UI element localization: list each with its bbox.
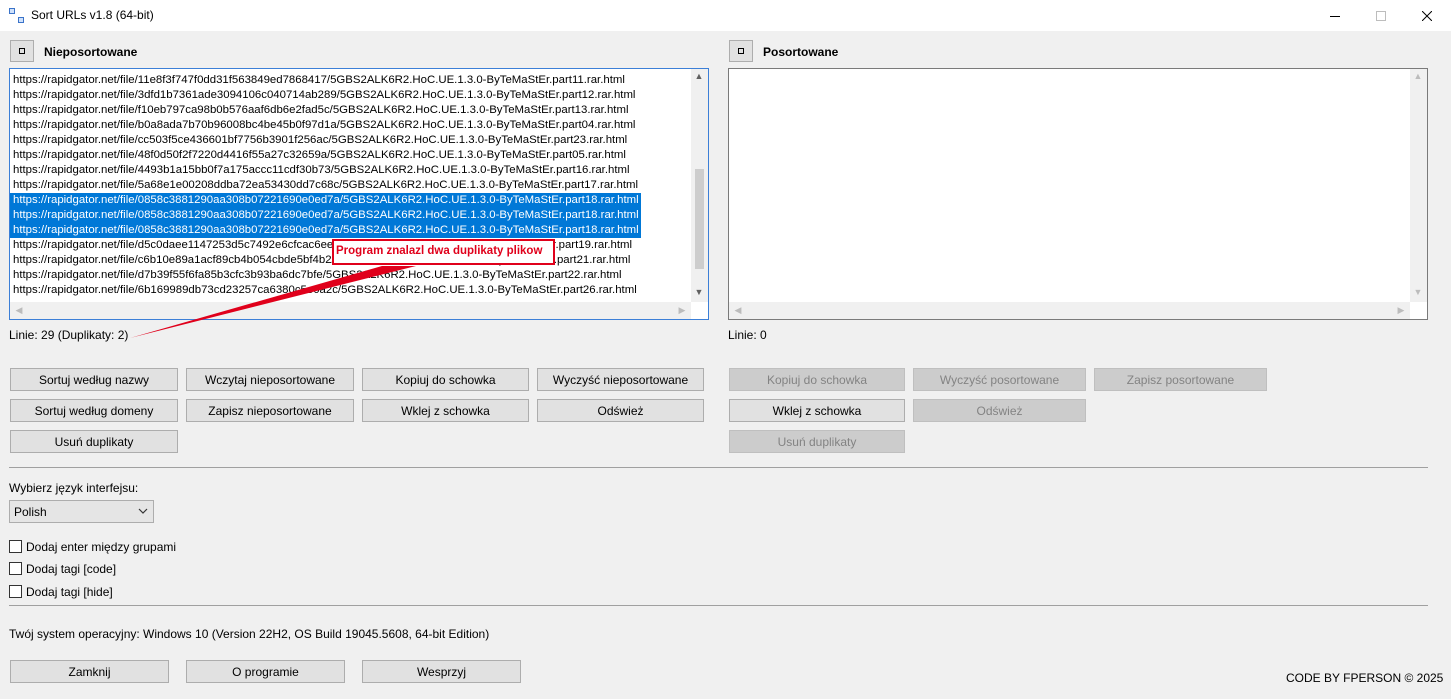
language-select[interactable]: Polish — [9, 500, 154, 523]
close-button[interactable]: Zamknij — [10, 660, 169, 683]
code-tags-label: Dodaj tagi [code] — [26, 562, 117, 576]
hide-tags-checkbox[interactable] — [9, 585, 22, 598]
save-sorted-button[interactable]: Zapisz posortowane — [1094, 368, 1267, 391]
os-label: Twój system operacyjny: — [9, 627, 140, 641]
load-unsorted-button[interactable]: Wczytaj nieposortowane — [186, 368, 354, 391]
copy-sorted-button[interactable]: Kopiuj do schowka — [729, 368, 905, 391]
copy-unsorted-button[interactable]: Kopiuj do schowka — [362, 368, 529, 391]
remove-duplicates-unsorted-button[interactable]: Usuń duplikaty — [10, 430, 178, 453]
paste-unsorted-button[interactable]: Wklej z schowka — [362, 399, 529, 422]
sort-by-name-button[interactable]: Sortuj według nazwy — [10, 368, 178, 391]
language-select-value: Polish — [14, 505, 47, 519]
add-enter-label: Dodaj enter między grupami — [26, 540, 177, 554]
credit-text: CODE BY FPERSON © 2025 — [1286, 671, 1444, 685]
separator-2 — [9, 605, 1428, 606]
add-enter-checkbox[interactable] — [9, 540, 22, 553]
code-tags-checkbox[interactable] — [9, 562, 22, 575]
annotation-arrow — [130, 266, 416, 338]
language-label: Wybierz język interfejsu: — [9, 481, 139, 495]
chevron-down-icon — [138, 508, 148, 514]
support-button[interactable]: Wesprzyj — [362, 660, 521, 683]
save-unsorted-button[interactable]: Zapisz nieposortowane — [186, 399, 354, 422]
clear-sorted-button[interactable]: Wyczyść posortowane — [913, 368, 1086, 391]
refresh-unsorted-button[interactable]: Odśwież — [537, 399, 704, 422]
about-button[interactable]: O programie — [186, 660, 345, 683]
paste-sorted-button[interactable]: Wklej z schowka — [729, 399, 905, 422]
separator-1 — [9, 467, 1428, 468]
annotation-text: Program znalazl dwa duplikaty plikow — [336, 245, 543, 257]
clear-unsorted-button[interactable]: Wyczyść nieposortowane — [537, 368, 704, 391]
refresh-sorted-button[interactable]: Odśwież — [913, 399, 1086, 422]
sort-by-domain-button[interactable]: Sortuj według domeny — [10, 399, 178, 422]
remove-duplicates-sorted-button[interactable]: Usuń duplikaty — [729, 430, 905, 453]
hide-tags-label: Dodaj tagi [hide] — [26, 585, 113, 599]
os-value: Windows 10 (Version 22H2, OS Build 19045… — [143, 627, 490, 641]
